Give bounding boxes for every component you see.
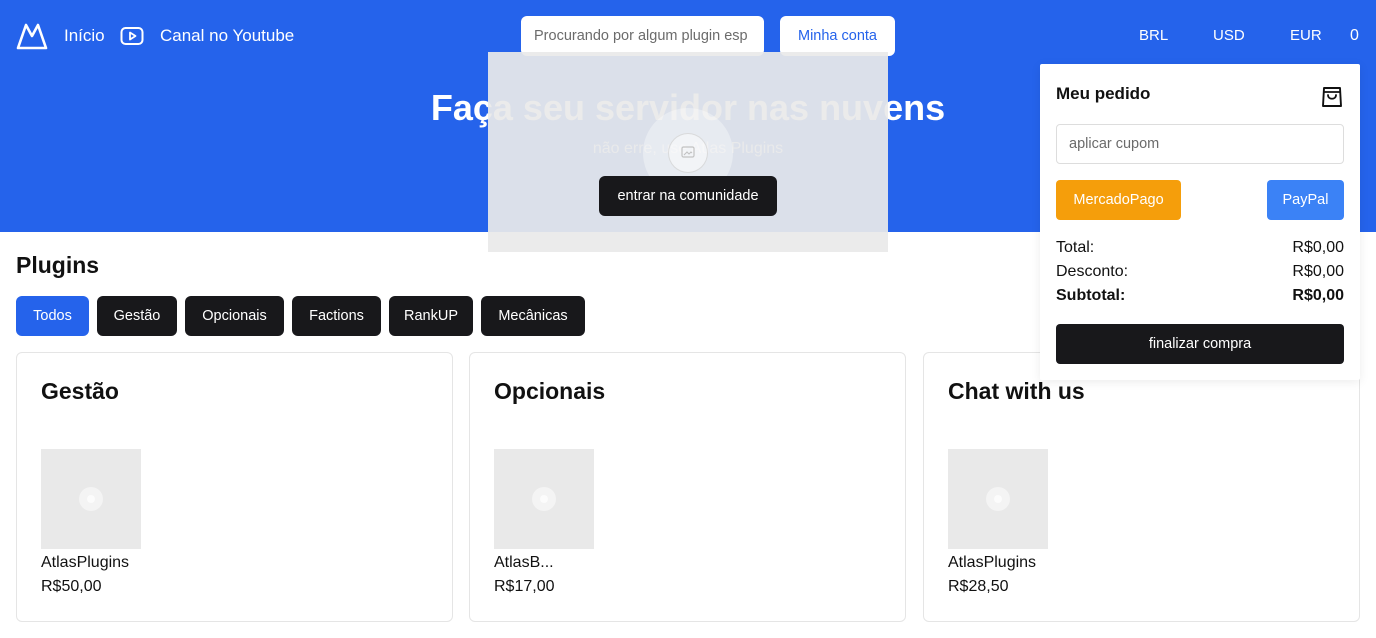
order-panel: Meu pedido MercadoPago PayPal Total: R$0… [1040,64,1360,380]
tab-factions[interactable]: Factions [292,296,381,336]
youtube-play-icon [120,27,144,45]
shopping-bag-icon[interactable] [1320,82,1344,108]
product-price: R$17,00 [494,578,555,595]
search-input[interactable] [521,16,764,56]
tab-mecanicas[interactable]: Mecânicas [481,296,585,336]
tab-opcionais[interactable]: Opcionais [185,296,284,336]
tab-rankup[interactable]: RankUP [389,296,473,336]
category-card-gestao: Gestão AtlasPlugins R$50,00 [16,352,453,622]
account-button[interactable]: Minha conta [780,16,895,56]
product-price: R$28,50 [948,578,1009,595]
product-price: R$50,00 [41,578,102,595]
currency-eur[interactable]: EUR [1290,27,1322,45]
card-title: Gestão [41,378,119,404]
discount-value: R$0,00 [1292,263,1344,280]
plugins-title: Plugins [16,252,100,278]
mercadopago-button[interactable]: MercadoPago [1056,180,1181,220]
checkout-button[interactable]: finalizar compra [1056,324,1344,364]
product-name[interactable]: AtlasPlugins [41,553,129,573]
join-community-button[interactable]: entrar na comunidade [599,176,777,216]
discount-label: Desconto: [1056,263,1129,280]
nav-link-youtube[interactable]: Canal no Youtube [160,26,294,46]
image-icon [681,146,695,158]
tab-gestao[interactable]: Gestão [97,296,177,336]
tab-todos[interactable]: Todos [16,296,89,336]
coupon-input[interactable] [1056,124,1344,164]
card-title: Opcionais [494,378,606,404]
product-image[interactable] [41,449,141,549]
paypal-button[interactable]: PayPal [1267,180,1344,220]
atlas-logo-icon[interactable] [16,22,48,50]
currency-usd[interactable]: USD [1213,27,1245,45]
product-image[interactable] [948,449,1048,549]
product-name[interactable]: AtlasPlugins [948,553,1036,573]
category-card-opcionais: Opcionais AtlasB... R$17,00 [469,352,906,622]
nav-link-inicio[interactable]: Início [64,26,105,46]
subtotal-value: R$0,00 [1292,287,1344,304]
total-label: Total: [1056,239,1095,256]
currency-brl[interactable]: BRL [1139,27,1168,45]
cart-count[interactable]: 0 [1350,27,1359,45]
subtotal-label: Subtotal: [1056,287,1126,304]
total-value: R$0,00 [1292,239,1344,256]
product-image[interactable] [494,449,594,549]
order-title: Meu pedido [1056,84,1151,103]
category-card-chat: Chat with us AtlasPlugins R$28,50 [923,352,1360,622]
card-title: Chat with us [948,378,1085,404]
product-name[interactable]: AtlasB... [494,553,554,573]
